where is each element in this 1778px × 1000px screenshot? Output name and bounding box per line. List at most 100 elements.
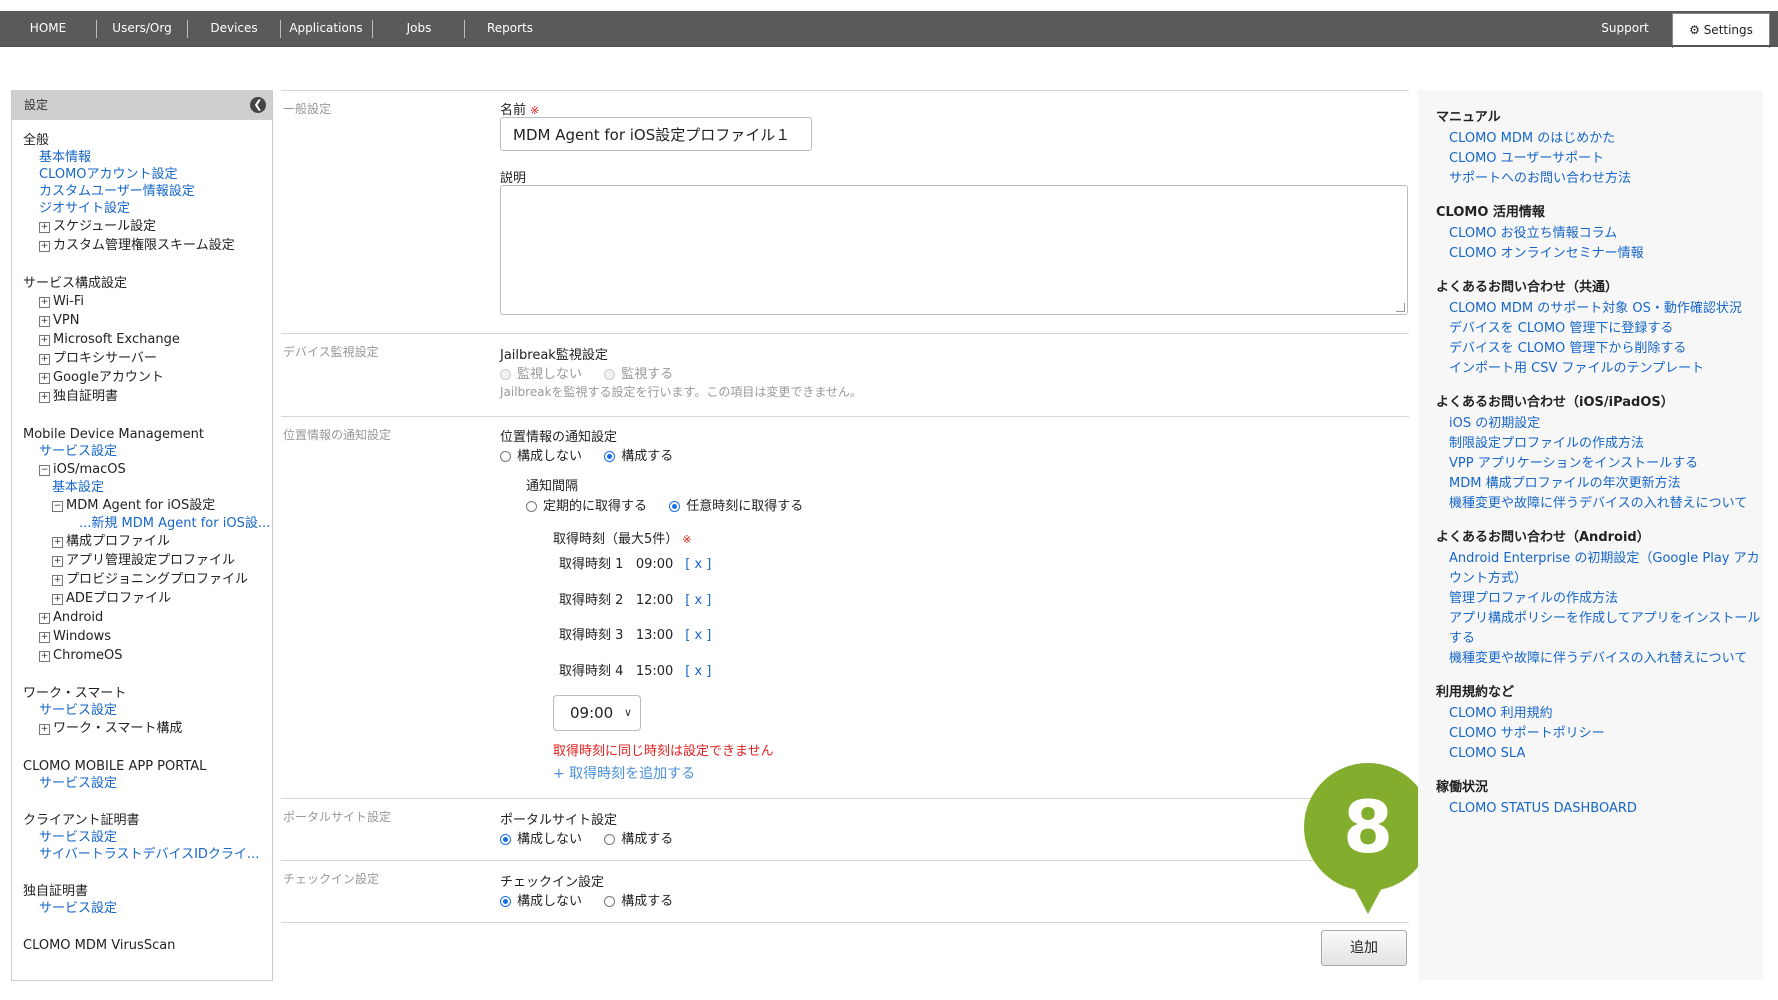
sidebar-link[interactable]: サービス設定 [23,443,272,460]
help-link[interactable]: CLOMO オンラインセミナー情報 [1418,244,1763,264]
interval-radio-group: 定期的に取得する 任意時刻に取得する [526,495,803,514]
sidebar-link[interactable]: 基本情報 [23,149,272,166]
plus-icon[interactable]: + [52,594,63,605]
plus-icon[interactable]: + [39,724,50,735]
remove-time-button[interactable]: [ x ] [685,628,711,643]
sidebar-expandable[interactable]: + Android [23,608,272,627]
portal-radio-yes[interactable] [604,834,616,845]
sidebar-expandable[interactable]: − MDM Agent for iOS設定 [23,496,272,515]
sidebar-link[interactable]: ジオサイト設定 [23,200,272,217]
nav-users-org[interactable]: Users/Org [104,11,180,45]
add-time-link[interactable]: + 取得時刻を追加する [553,763,695,783]
sidebar-link[interactable]: サービス設定 [23,900,272,917]
nav-home[interactable]: HOME [22,11,74,45]
help-link[interactable]: CLOMO MDM のはじめかた [1418,129,1763,149]
plus-icon[interactable]: + [39,632,50,643]
help-link[interactable]: インポート用 CSV ファイルのテンプレート [1418,359,1763,379]
help-link[interactable]: iOS の初期設定 [1418,414,1763,434]
nav-jobs[interactable]: Jobs [384,11,454,45]
sidebar-expandable[interactable]: + プロキシサーバー [23,349,272,368]
sidebar-link[interactable]: サービス設定 [23,775,272,792]
sidebar-expandable[interactable]: + Windows [23,627,272,646]
sidebar-expandable[interactable]: + ChromeOS [23,646,272,665]
sidebar-expandable[interactable]: + アプリ管理設定プロファイル [23,551,272,570]
sidebar-link[interactable]: サービス設定 [23,829,272,846]
plus-icon[interactable]: + [39,613,50,624]
plus-icon[interactable]: + [52,556,63,567]
plus-icon[interactable]: + [39,651,50,662]
name-input[interactable]: MDM Agent for iOS設定プロファイル１ [500,117,812,151]
nav-reports[interactable]: Reports [474,11,546,45]
sidebar-expandable[interactable]: + VPN [23,311,272,330]
sidebar-expandable[interactable]: + 独自証明書 [23,387,272,406]
help-link[interactable]: VPP アプリケーションをインストールする [1418,454,1763,474]
plus-icon[interactable]: + [39,335,50,346]
description-textarea[interactable] [500,185,1408,315]
help-link[interactable]: 機種変更や故障に伴うデバイスの入れ替えについて [1418,649,1763,669]
sidebar-expandable[interactable]: + Microsoft Exchange [23,330,272,349]
plus-icon[interactable]: + [39,392,50,403]
help-link[interactable]: サポートへのお問い合わせ方法 [1418,169,1763,189]
plus-icon[interactable]: + [52,537,63,548]
sidebar-link-current[interactable]: ...新規 MDM Agent for iOS設... [23,515,272,532]
help-link[interactable]: MDM 構成プロファイルの年次更新方法 [1418,474,1763,494]
plus-icon[interactable]: + [39,297,50,308]
help-link[interactable]: アプリ構成ポリシーを作成してアプリをインストールする [1418,609,1763,649]
help-link[interactable]: CLOMO MDM のサポート対象 OS・動作確認状況 [1418,299,1763,319]
help-link[interactable]: 機種変更や故障に伴うデバイスの入れ替えについて [1418,494,1763,514]
interval-radio-any[interactable] [669,501,681,512]
plus-icon[interactable]: + [39,354,50,365]
sidebar-expandable[interactable]: + プロビジョニングプロファイル [23,570,272,589]
help-link[interactable]: デバイスを CLOMO 管理下から削除する [1418,339,1763,359]
sidebar-expandable[interactable]: − iOS/macOS [23,460,272,479]
sidebar-expandable[interactable]: + 構成プロファイル [23,532,272,551]
help-link[interactable]: デバイスを CLOMO 管理下に登録する [1418,319,1763,339]
collapse-icon[interactable]: ❮ [250,97,266,113]
help-link[interactable]: 制限設定プロファイルの作成方法 [1418,434,1763,454]
minus-icon[interactable]: − [39,465,50,476]
location-radio-no[interactable] [500,451,511,462]
sidebar-expandable[interactable]: + スケジュール設定 [23,217,272,236]
resize-handle-icon[interactable] [1396,303,1405,312]
portal-radio-no[interactable] [500,834,511,845]
sidebar-link[interactable]: サイバートラストデバイスIDクライ... [23,846,272,863]
sidebar-expandable[interactable]: + ADEプロファイル [23,589,272,608]
sidebar-expandable[interactable]: + Wi-Fi [23,292,272,311]
plus-icon[interactable]: + [39,222,50,233]
help-link[interactable]: CLOMO 利用規約 [1418,704,1763,724]
interval-label: 通知間隔 [526,479,579,494]
help-link[interactable]: 管理プロファイルの作成方法 [1418,589,1763,609]
sidebar-link[interactable]: カスタムユーザー情報設定 [23,183,272,200]
help-link[interactable]: Android Enterprise の初期設定（Google Play アカウ… [1418,549,1763,589]
checkin-radio-yes[interactable] [604,896,616,907]
help-link[interactable]: CLOMO サポートポリシー [1418,724,1763,744]
minus-icon[interactable]: − [52,501,63,512]
remove-time-button[interactable]: [ x ] [685,557,711,572]
remove-time-button[interactable]: [ x ] [685,593,711,608]
sidebar-link[interactable]: CLOMOアカウント設定 [23,166,272,183]
help-link[interactable]: CLOMO ユーザーサポート [1418,149,1763,169]
remove-time-button[interactable]: [ x ] [685,664,711,679]
interval-radio-periodic[interactable] [526,501,537,512]
sidebar-link[interactable]: 基本設定 [23,479,272,496]
time-select[interactable]: 09:00 ∨ [553,695,641,731]
nav-support[interactable]: Support [1590,11,1660,45]
plus-icon[interactable]: + [39,241,50,252]
help-link[interactable]: CLOMO STATUS DASHBOARD [1418,799,1763,819]
nav-settings[interactable]: ⚙ Settings [1672,13,1770,48]
sidebar-title: Mobile Device Management [23,427,205,442]
nav-devices[interactable]: Devices [198,11,270,45]
plus-icon[interactable]: + [39,316,50,327]
location-radio-yes[interactable] [604,451,616,462]
sidebar-expandable[interactable]: + Googleアカウント [23,368,272,387]
help-link[interactable]: CLOMO お役立ち情報コラム [1418,224,1763,244]
plus-icon[interactable]: + [52,575,63,586]
help-link[interactable]: CLOMO SLA [1418,744,1763,764]
sidebar-expandable[interactable]: + ワーク・スマート構成 [23,719,272,738]
plus-icon[interactable]: + [39,373,50,384]
sidebar-expandable[interactable]: + カスタム管理権限スキーム設定 [23,236,272,255]
nav-applications[interactable]: Applications [288,11,364,45]
add-button[interactable]: 追加 [1321,930,1407,966]
checkin-radio-no[interactable] [500,896,511,907]
sidebar-link[interactable]: サービス設定 [23,702,272,719]
